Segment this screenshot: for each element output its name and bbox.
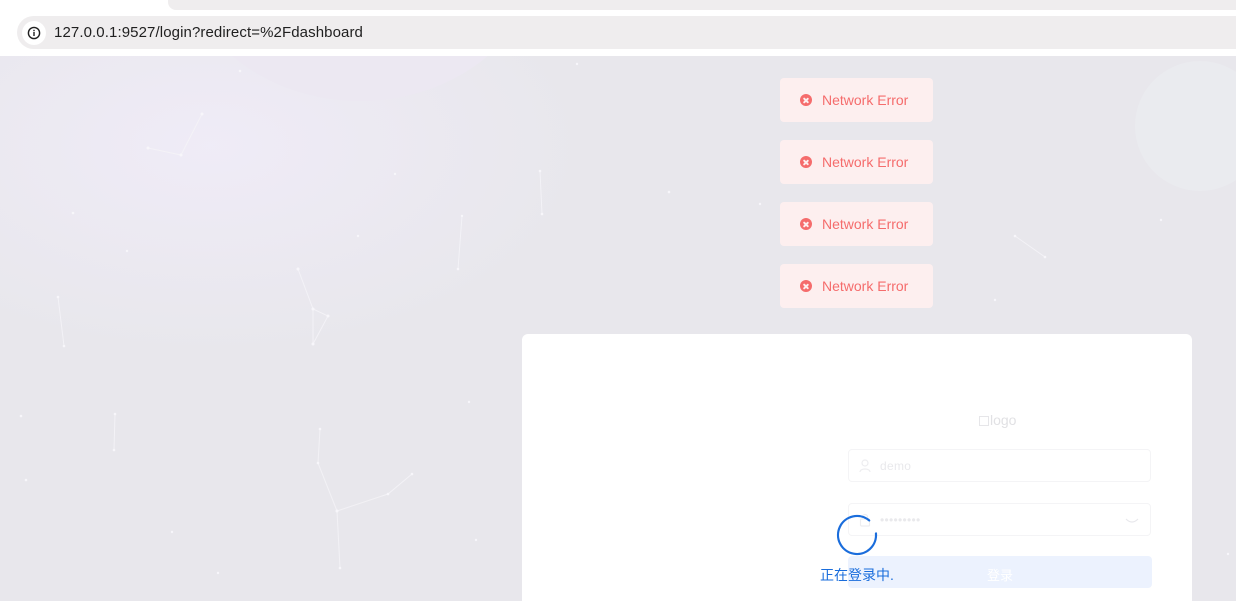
eye-closed-icon[interactable] bbox=[1125, 518, 1139, 524]
toast-message: Network Error bbox=[822, 278, 909, 294]
error-toast: Network Error bbox=[780, 202, 933, 246]
toast-message: Network Error bbox=[822, 92, 909, 108]
password-value: ••••••••• bbox=[880, 513, 921, 527]
toast-message: Network Error bbox=[822, 216, 909, 232]
logo-alt-text: logo bbox=[990, 412, 1017, 428]
error-circle-icon bbox=[800, 280, 812, 292]
tab-strip bbox=[0, 0, 1236, 10]
error-toast: Network Error bbox=[780, 140, 933, 184]
loading-text: 正在登录中. bbox=[820, 567, 894, 583]
login-card: logo demo ••••••••• 登录 bbox=[522, 334, 1192, 601]
error-circle-icon bbox=[800, 94, 812, 106]
url-text[interactable]: 127.0.0.1:9527/login?redirect=%2Fdashboa… bbox=[54, 24, 363, 41]
user-icon bbox=[859, 459, 871, 473]
address-bar[interactable]: 127.0.0.1:9527/login?redirect=%2Fdashboa… bbox=[17, 16, 1236, 49]
login-page: logo demo ••••••••• 登录 Network Error Net… bbox=[0, 56, 1236, 601]
logo-image: logo bbox=[979, 412, 1016, 428]
username-value: demo bbox=[880, 459, 912, 473]
loading-spinner-icon bbox=[836, 514, 878, 556]
toast-message: Network Error bbox=[822, 154, 909, 170]
tab-strip-background bbox=[168, 0, 1236, 10]
broken-image-icon bbox=[979, 416, 989, 426]
error-toast: Network Error bbox=[780, 264, 933, 308]
error-toast: Network Error bbox=[780, 78, 933, 122]
error-circle-icon bbox=[800, 218, 812, 230]
error-circle-icon bbox=[800, 156, 812, 168]
password-field[interactable]: ••••••••• bbox=[848, 503, 1151, 536]
browser-toolbar: 127.0.0.1:9527/login?redirect=%2Fdashboa… bbox=[0, 10, 1236, 56]
info-icon[interactable] bbox=[22, 21, 46, 45]
username-field[interactable]: demo bbox=[848, 449, 1151, 482]
